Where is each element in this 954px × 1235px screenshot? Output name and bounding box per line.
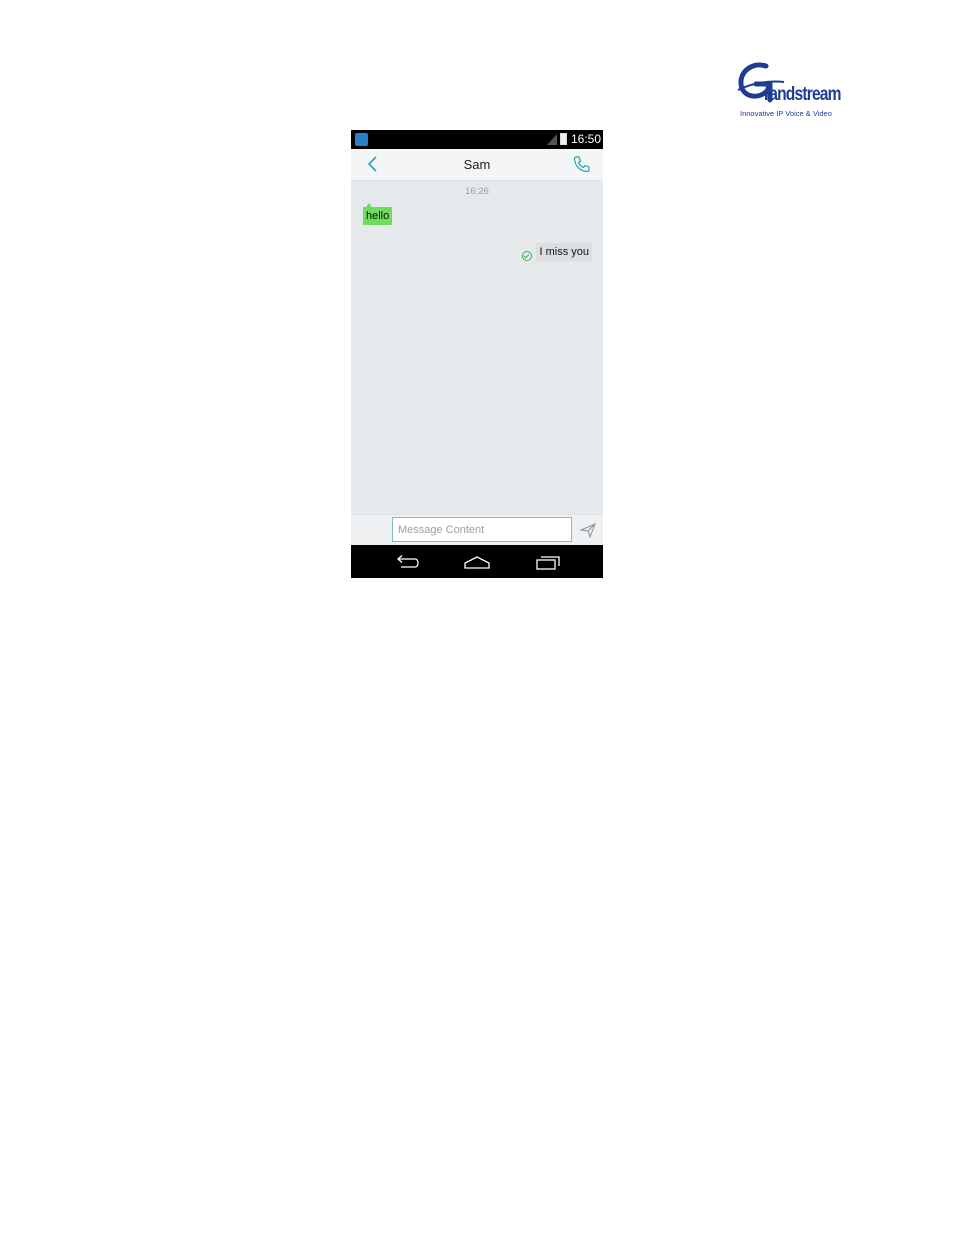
app-bar: Sam [351, 149, 603, 181]
call-icon[interactable] [573, 155, 591, 173]
nav-recents-icon[interactable] [535, 554, 561, 570]
outgoing-message-bubble[interactable]: I miss you [536, 243, 592, 261]
logo-wordmark: randstream [764, 84, 841, 105]
status-bar: 16:50 [351, 130, 603, 149]
contact-name: Sam [463, 157, 491, 172]
phone-screen: 16:50 Sam 16:26 hello I miss you [351, 130, 603, 578]
battery-icon [560, 133, 567, 145]
navigation-bar [351, 545, 603, 578]
send-icon[interactable] [580, 522, 596, 538]
incoming-message-bubble[interactable]: hello [363, 203, 393, 225]
conversation-timestamp: 16:26 [465, 186, 489, 197]
message-input[interactable] [392, 517, 572, 542]
logo-tagline: Innovative IP Voice & Video [740, 109, 832, 118]
grandstream-logo: randstream Innovative IP Voice & Video [736, 60, 841, 120]
sent-check-icon [522, 251, 532, 261]
signal-icon [547, 134, 557, 145]
nav-home-icon[interactable] [464, 554, 490, 570]
app-icon [355, 133, 368, 146]
nav-back-icon[interactable] [395, 554, 421, 570]
composer-bar [351, 514, 603, 546]
status-time: 16:50 [571, 132, 602, 146]
